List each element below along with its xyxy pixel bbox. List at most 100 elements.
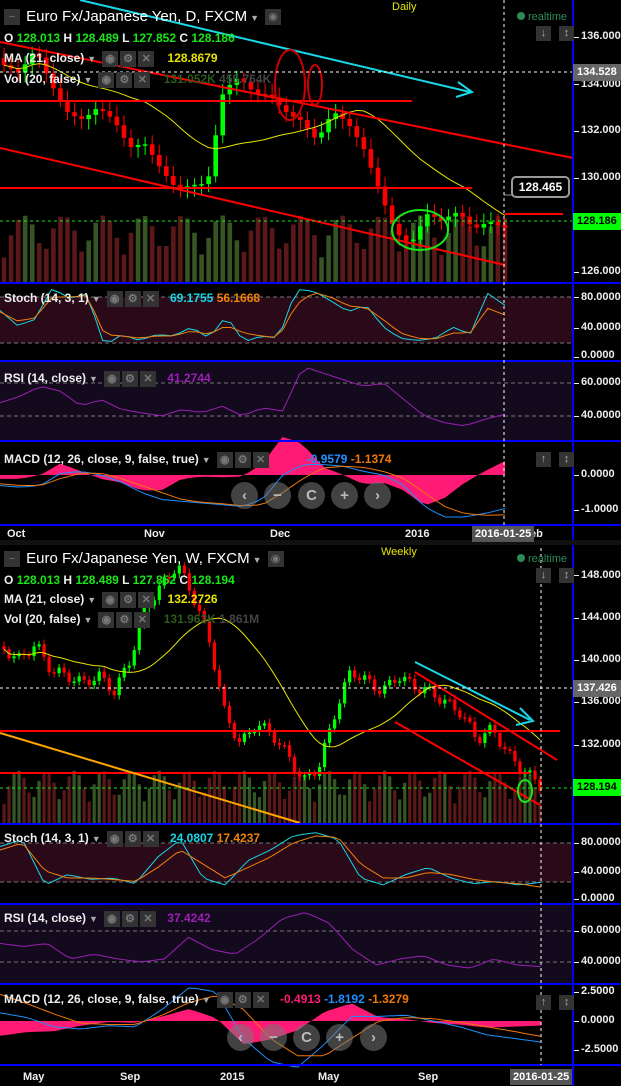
candle [343, 682, 347, 704]
candle [107, 677, 111, 691]
scale-down-button[interactable]: ↓ [536, 26, 551, 41]
weekly-ma-legend[interactable]: MA (21, close) ▼ ◉ ⚙ ✕ 132.2726 [4, 592, 218, 608]
weekly-rsi-legend[interactable]: RSI (14, close) ▼ ◉ ⚙ ✕ 37.4242 [4, 911, 211, 927]
volume-bar [393, 790, 397, 823]
gear-icon[interactable]: ⚙ [121, 911, 138, 927]
collapse-icon[interactable]: − [4, 9, 20, 26]
reset-button[interactable]: C [298, 482, 325, 509]
stoch-tick: 40.0000 [581, 321, 621, 333]
close-icon[interactable]: ✕ [139, 911, 156, 927]
eye-icon[interactable]: ◉ [103, 371, 120, 387]
scale-both-button[interactable]: ↕ [559, 26, 574, 41]
scroll-left-button[interactable]: ‹ [231, 482, 258, 509]
candle [518, 761, 522, 773]
weekly-stoch-legend[interactable]: Stoch (14, 3, 1) ▼ ◉ ⚙ ✕ 24.0807 17.4237 [4, 831, 260, 847]
volume-bar [508, 798, 512, 823]
scale-both-button[interactable]: ↕ [559, 568, 574, 583]
daily-macd-legend[interactable]: MACD (12, 26, close, 9, false, true) ▼ ◉ ⚙ ✕… [4, 452, 391, 468]
volume-bar [222, 786, 227, 823]
eye-icon[interactable]: ◉ [106, 831, 123, 847]
zoom-out-button[interactable]: − [260, 1024, 287, 1051]
volume-bar [242, 770, 247, 823]
scroll-right-button[interactable]: › [364, 482, 391, 509]
scroll-right-button[interactable]: › [360, 1024, 387, 1051]
daily-realtime-status: realtime [517, 11, 567, 23]
eye-icon[interactable]: ◉ [103, 911, 120, 927]
eye-icon[interactable]: ◉ [98, 612, 115, 628]
eye-icon[interactable]: ◉ [106, 291, 123, 307]
eye-icon[interactable]: ◉ [102, 592, 119, 608]
daily-stoch-legend[interactable]: Stoch (14, 3, 1) ▼ ◉ ⚙ ✕ 69.1755 56.1668 [4, 291, 260, 307]
scale-both-button[interactable]: ↕ [559, 452, 574, 467]
candle [117, 677, 121, 696]
daily-ma-legend[interactable]: MA (21, close) ▼ ◉ ⚙ ✕ 128.8679 [4, 51, 218, 67]
daily-chart-title[interactable]: − Euro Fx/Japanese Yen, D, FXCM ▼ ◉ [4, 8, 283, 26]
candle [453, 699, 457, 711]
zoom-in-button[interactable]: + [331, 482, 358, 509]
scale-up-button[interactable]: ↑ [536, 452, 551, 467]
candle [396, 223, 402, 236]
candle [102, 671, 106, 678]
gear-icon[interactable]: ⚙ [116, 612, 133, 628]
daily-vol-legend[interactable]: Vol (20, false) ▼ ◉ ⚙ ✕ 131.052K 455.764K [4, 72, 271, 88]
scroll-left-button[interactable]: ‹ [227, 1024, 254, 1051]
candle [82, 676, 86, 680]
close-icon[interactable]: ✕ [142, 831, 159, 847]
volume-bar [413, 771, 417, 823]
chevron-down-icon[interactable]: ▼ [253, 555, 262, 565]
close-icon[interactable]: ✕ [252, 992, 269, 1008]
rsi-tick: 40.0000 [581, 955, 621, 967]
close-icon[interactable]: ✕ [134, 612, 151, 628]
gear-icon[interactable]: ⚙ [124, 291, 141, 307]
candle [149, 144, 155, 155]
weekly-vol-legend[interactable]: Vol (20, false) ▼ ◉ ⚙ ✕ 131.963K 1.861M [4, 612, 259, 628]
gear-icon[interactable]: ⚙ [120, 51, 137, 67]
eye-icon[interactable]: ◉ [216, 452, 233, 468]
last-price-label: 128.186 [573, 213, 621, 230]
volume-bar [478, 792, 482, 823]
collapse-icon[interactable]: − [4, 551, 20, 568]
volume-bar [127, 771, 131, 823]
close-icon[interactable]: ✕ [139, 371, 156, 387]
close-icon[interactable]: ✕ [142, 291, 159, 307]
scale-up-button[interactable]: ↑ [536, 995, 551, 1010]
volume-bar [373, 788, 377, 823]
eye-icon[interactable]: ◉ [98, 72, 115, 88]
close-icon[interactable]: ✕ [134, 72, 151, 88]
candle [332, 719, 337, 729]
gear-icon[interactable]: ⚙ [120, 592, 137, 608]
volume-bar [403, 782, 407, 823]
chevron-down-icon: ▼ [83, 75, 93, 86]
candle [212, 642, 217, 670]
candle [114, 116, 120, 126]
candle [488, 221, 494, 225]
scale-both-button[interactable]: ↕ [559, 995, 574, 1010]
gear-icon[interactable]: ⚙ [234, 452, 251, 468]
eye-icon[interactable]: ◉ [102, 51, 119, 67]
zoom-in-button[interactable]: + [326, 1024, 353, 1051]
close-icon[interactable]: ✕ [138, 51, 155, 67]
close-icon[interactable]: ✕ [138, 592, 155, 608]
volume-bar [312, 235, 317, 282]
daily-rsi-legend[interactable]: RSI (14, close) ▼ ◉ ⚙ ✕ 41.2744 [4, 371, 211, 387]
volume-bar [396, 251, 402, 282]
gear-icon[interactable]: ⚙ [234, 992, 251, 1008]
close-icon[interactable]: ✕ [252, 452, 269, 468]
eye-icon[interactable]: ◉ [216, 992, 233, 1008]
volume-bar [483, 797, 487, 823]
weekly-macd-legend[interactable]: MACD (12, 26, close, 9, false, true) ▼ ◉ ⚙ ✕… [4, 992, 409, 1008]
gear-icon[interactable]: ⚙ [124, 831, 141, 847]
candle [498, 732, 502, 747]
volume-bar [446, 233, 451, 282]
candle [2, 646, 6, 650]
candle [107, 111, 113, 117]
scale-down-button[interactable]: ↓ [536, 568, 551, 583]
weekly-chart-title[interactable]: − Euro Fx/Japanese Yen, W, FXCM ▼ ◉ [4, 550, 286, 568]
gear-icon[interactable]: ⚙ [121, 371, 138, 387]
gear-icon[interactable]: ⚙ [116, 72, 133, 88]
zoom-out-button[interactable]: − [264, 482, 291, 509]
reset-button[interactable]: C [293, 1024, 320, 1051]
chevron-down-icon[interactable]: ▼ [250, 13, 259, 23]
eye-icon[interactable]: ◉ [265, 9, 282, 26]
eye-icon[interactable]: ◉ [267, 551, 284, 568]
